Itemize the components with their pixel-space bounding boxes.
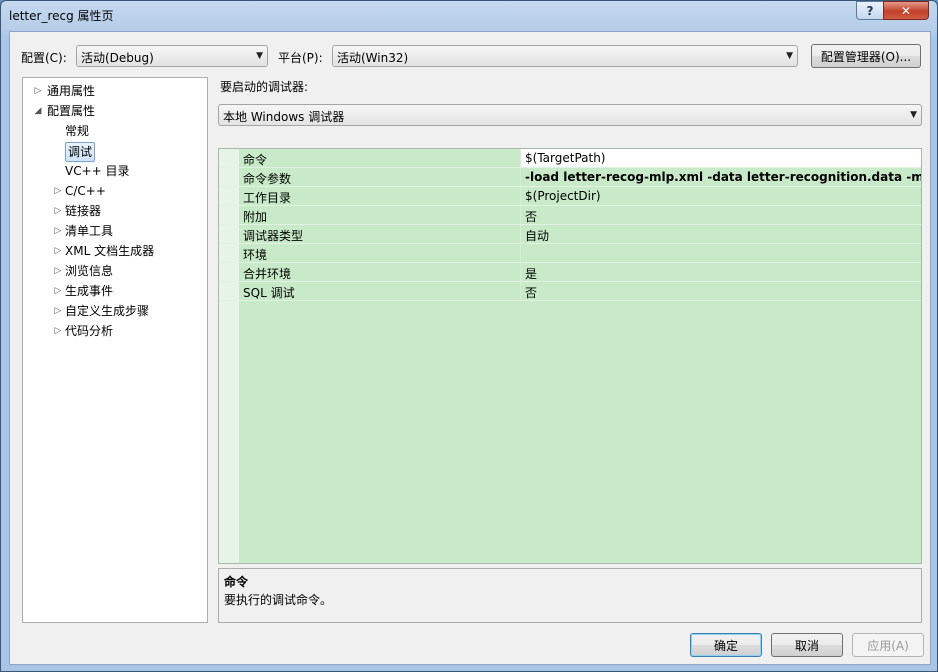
debugger-label: 要启动的调试器: xyxy=(220,80,309,94)
apply-button[interactable]: 应用(A) xyxy=(852,633,924,657)
platform-dropdown[interactable]: 活动(Win32) ▼ xyxy=(332,45,798,67)
property-grid[interactable]: 命令 $(TargetPath) 命令参数 -load letter-recog-ml… xyxy=(218,148,922,564)
tree-item-label: XML 文档生成器 xyxy=(65,244,155,258)
property-value: 否 xyxy=(525,210,538,224)
description-panel: 命令 要执行的调试命令。 xyxy=(218,568,922,623)
property-name: 调试器类型 xyxy=(243,229,304,243)
tree-item-label: 代码分析 xyxy=(65,324,114,338)
property-value: 否 xyxy=(525,286,538,300)
property-value: $(ProjectDir) xyxy=(525,189,601,203)
property-row[interactable]: SQL 调试 否 xyxy=(219,282,921,301)
expand-arrow-icon[interactable]: ▷ xyxy=(53,302,63,320)
dialog-client-area: 配置(C): 活动(Debug) ▼ 平台(P): 活动(Win32) ▼ 配置… xyxy=(9,31,931,665)
tree-item-label: 生成事件 xyxy=(65,284,114,298)
property-pages-window: letter_recg 属性页 ? ✕ 配置(C): 活动(Debug) ▼ 平… xyxy=(0,0,938,672)
help-icon: ? xyxy=(866,3,874,18)
ok-label: 确定 xyxy=(713,638,738,653)
property-value-cell[interactable]: 是 xyxy=(520,263,921,281)
property-value-cell[interactable]: $(ProjectDir) xyxy=(520,187,921,205)
property-value-cell[interactable]: 自动 xyxy=(520,225,921,243)
expand-arrow-icon[interactable]: ▷ xyxy=(53,282,63,300)
property-name: 命令 xyxy=(243,153,268,167)
property-value-cell[interactable]: 否 xyxy=(520,282,921,300)
property-value: 自动 xyxy=(525,229,550,243)
property-name: 工作目录 xyxy=(243,191,292,205)
debugger-dropdown[interactable]: 本地 Windows 调试器 ▼ xyxy=(218,104,922,126)
tree-item-label: 自定义生成步骤 xyxy=(65,304,150,318)
expand-arrow-icon[interactable]: ▷ xyxy=(53,242,63,260)
configuration-label: 配置(C): xyxy=(21,51,67,65)
property-tree[interactable]: ▷ 通用属性 ◢ 配置属性 常规 调试 VC++ 目录 ▷ C/C++ ▷ 链接器 ▷ 清单工具 ▷ XML… xyxy=(22,77,208,623)
property-value-cell[interactable]: 否 xyxy=(520,206,921,224)
expand-arrow-icon[interactable]: ▷ xyxy=(53,222,63,240)
config-manager-label: 配置管理器(O)... xyxy=(820,49,912,64)
chevron-down-icon: ▼ xyxy=(786,51,793,61)
cancel-button[interactable]: 取消 xyxy=(771,633,843,657)
tree-item-label: 常规 xyxy=(65,124,90,138)
ok-button[interactable]: 确定 xyxy=(690,633,762,657)
expand-arrow-icon[interactable]: ▷ xyxy=(53,202,63,220)
title-bar[interactable]: letter_recg 属性页 ? ✕ xyxy=(1,1,937,31)
property-row[interactable]: 环境 xyxy=(219,244,921,263)
tree-item-label: 浏览信息 xyxy=(65,264,114,278)
configuration-value: 活动(Debug) xyxy=(81,51,154,65)
expand-arrow-icon[interactable]: ▷ xyxy=(53,322,63,340)
property-row[interactable]: 命令 $(TargetPath) xyxy=(219,149,921,168)
property-name: 附加 xyxy=(243,210,268,224)
tree-item-label: 通用属性 xyxy=(47,84,96,98)
tree-item-label: 配置属性 xyxy=(47,104,96,118)
chevron-down-icon: ▼ xyxy=(910,110,917,120)
tree-item-label: VC++ 目录 xyxy=(65,164,130,178)
config-manager-button[interactable]: 配置管理器(O)... xyxy=(811,44,921,68)
property-name: 环境 xyxy=(243,248,268,262)
property-value: -load letter-recog-mlp.xml -data letter-… xyxy=(525,170,922,184)
expand-arrow-icon[interactable]: ▷ xyxy=(33,82,43,100)
help-button[interactable]: ? xyxy=(856,1,884,20)
window-title: letter_recg 属性页 xyxy=(9,9,114,23)
property-row[interactable]: 附加 否 xyxy=(219,206,921,225)
tree-item-label: 清单工具 xyxy=(65,224,114,238)
property-row[interactable]: 工作目录 $(ProjectDir) xyxy=(219,187,921,206)
cancel-label: 取消 xyxy=(794,638,819,653)
debugger-value: 本地 Windows 调试器 xyxy=(223,110,345,124)
close-icon: ✕ xyxy=(900,3,912,18)
property-value: $(TargetPath) xyxy=(525,151,606,165)
close-button[interactable]: ✕ xyxy=(883,1,929,20)
property-row[interactable]: 合并环境 是 xyxy=(219,263,921,282)
expand-arrow-icon[interactable]: ▷ xyxy=(53,262,63,280)
chevron-down-icon: ▼ xyxy=(256,51,263,61)
property-value-cell[interactable] xyxy=(520,244,921,262)
apply-label: 应用(A) xyxy=(867,638,909,653)
collapse-arrow-icon[interactable]: ◢ xyxy=(33,102,43,120)
description-text: 要执行的调试命令。 xyxy=(224,593,333,607)
description-title: 命令 xyxy=(224,575,249,589)
expand-arrow-icon[interactable]: ▷ xyxy=(53,182,63,200)
property-name: 合并环境 xyxy=(243,267,292,281)
property-value-cell[interactable]: -load letter-recog-mlp.xml -data letter-… xyxy=(520,168,922,186)
tree-item-label: C/C++ xyxy=(65,184,106,198)
platform-label: 平台(P): xyxy=(278,51,323,65)
tree-item-label: 调试 xyxy=(65,142,96,162)
platform-value: 活动(Win32) xyxy=(337,51,409,65)
configuration-dropdown[interactable]: 活动(Debug) ▼ xyxy=(76,45,268,67)
property-value-cell[interactable]: $(TargetPath) xyxy=(520,149,921,167)
tree-item-label: 链接器 xyxy=(65,204,102,218)
property-value: 是 xyxy=(525,267,538,281)
property-name: SQL 调试 xyxy=(243,286,295,300)
property-name: 命令参数 xyxy=(243,172,292,186)
property-row[interactable]: 命令参数 -load letter-recog-mlp.xml -data let… xyxy=(219,168,922,187)
property-row[interactable]: 调试器类型 自动 xyxy=(219,225,921,244)
